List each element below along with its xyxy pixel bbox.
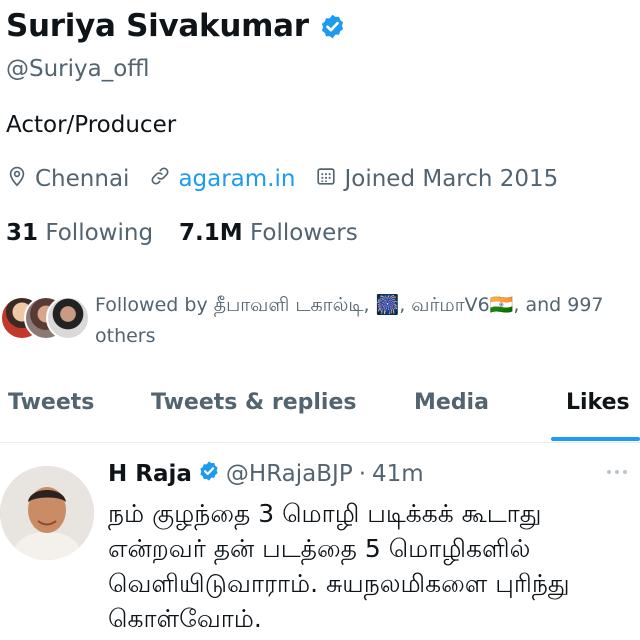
avatar	[46, 296, 90, 340]
joined-item: Joined March 2015	[315, 164, 558, 194]
followers-count: 7.1M	[179, 220, 243, 246]
following-count: 31	[6, 220, 39, 246]
followers-label: Followers	[250, 220, 358, 246]
website-link[interactable]: agaram.in	[178, 166, 295, 192]
followers-stat[interactable]: 7.1M Followers	[179, 220, 358, 246]
tab-tweets[interactable]: Tweets	[8, 390, 94, 415]
tweet-author-avatar[interactable]	[0, 466, 94, 560]
following-stat[interactable]: 31 Following	[6, 220, 153, 246]
profile-handle: @Suriya_offl	[6, 56, 150, 82]
profile-tabs: Tweets Tweets & replies Media Likes	[0, 380, 640, 443]
joined-text: Joined March 2015	[344, 166, 559, 192]
profile-meta-row: Chennai agaram.in Joined March 2015	[6, 164, 578, 194]
followed-by-text: Followed by தீபாவளி டகால்டி, 🎆, வர்மாV6🇮…	[95, 294, 604, 347]
profile-stats: 31 Following 7.1M Followers	[6, 220, 358, 246]
active-tab-indicator	[551, 437, 640, 441]
tweet-header: H Raja @HRajaBJP · 41m	[108, 460, 424, 488]
verified-badge-icon	[198, 460, 220, 488]
location-pin-icon	[6, 164, 35, 194]
website-item[interactable]: agaram.in	[149, 164, 295, 194]
profile-bio: Actor/Producer	[6, 112, 177, 138]
tab-tweets-and-replies[interactable]: Tweets & replies	[151, 390, 357, 415]
tweet-author-name[interactable]: H Raja	[108, 461, 192, 487]
tweet-time[interactable]: 41m	[372, 461, 424, 487]
tab-likes[interactable]: Likes	[566, 390, 630, 415]
verified-badge-icon	[319, 13, 346, 40]
link-icon	[149, 164, 178, 194]
location-item: Chennai	[6, 164, 129, 194]
tweet-separator: ·	[358, 461, 366, 487]
follower-avatars	[0, 296, 90, 342]
location-text: Chennai	[35, 166, 130, 192]
tweet-author-handle[interactable]: @HRajaBJP	[226, 461, 353, 487]
following-label: Following	[45, 220, 154, 246]
profile-name-row: Suriya Sivakumar	[6, 8, 346, 44]
tweet-text: நம் குழந்தை 3 மொழி படிக்கக் கூடாது என்றவ…	[108, 499, 570, 633]
followed-by-block[interactable]: Followed by தீபாவளி டகால்டி, 🎆, வர்மாV6🇮…	[0, 286, 640, 356]
profile-display-name: Suriya Sivakumar	[6, 8, 309, 44]
more-options-icon[interactable]	[607, 470, 627, 474]
calendar-icon	[315, 164, 344, 194]
tweet-card[interactable]: H Raja @HRajaBJP · 41m நம் குழந்தை 3 மொழ…	[0, 444, 640, 640]
tab-media[interactable]: Media	[414, 390, 489, 415]
